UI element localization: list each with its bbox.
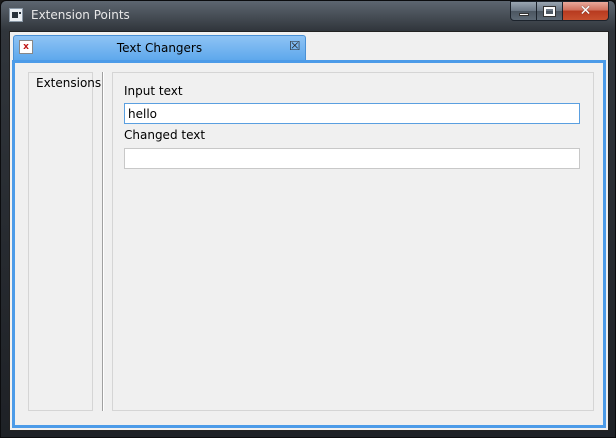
close-button[interactable]: ✕: [563, 1, 609, 21]
minimize-button[interactable]: [510, 1, 537, 21]
title-bar[interactable]: Extension Points ✕: [1, 1, 615, 31]
app-icon: [9, 8, 23, 22]
minimize-icon: [518, 12, 529, 16]
extension-panel: Input text Changed text: [112, 72, 594, 411]
maximize-button[interactable]: [537, 1, 563, 21]
pane-splitter[interactable]: [102, 72, 104, 411]
application-window: Extension Points ✕ x Text Changers ⮽ Ext…: [0, 0, 616, 438]
tab-close-icon[interactable]: ⮽: [290, 39, 300, 54]
changed-text-label: Changed text: [124, 128, 206, 142]
changed-text-field[interactable]: [124, 148, 580, 169]
client-area: x Text Changers ⮽ Extensions Input text …: [9, 31, 609, 431]
tab-label: Text Changers: [116, 41, 203, 55]
input-text-label: Input text: [124, 84, 183, 98]
extensions-list[interactable]: Extensions: [28, 72, 101, 411]
tab-content: Extensions Input text Changed text: [12, 60, 606, 428]
maximize-icon: [543, 5, 556, 17]
window-controls: ✕: [510, 1, 609, 21]
extensions-title: Extensions: [36, 76, 102, 90]
tab-text-changers[interactable]: x Text Changers ⮽: [13, 35, 306, 60]
window-title: Extension Points: [31, 8, 130, 22]
input-text-field[interactable]: [124, 103, 580, 124]
close-icon: ✕: [579, 3, 592, 19]
